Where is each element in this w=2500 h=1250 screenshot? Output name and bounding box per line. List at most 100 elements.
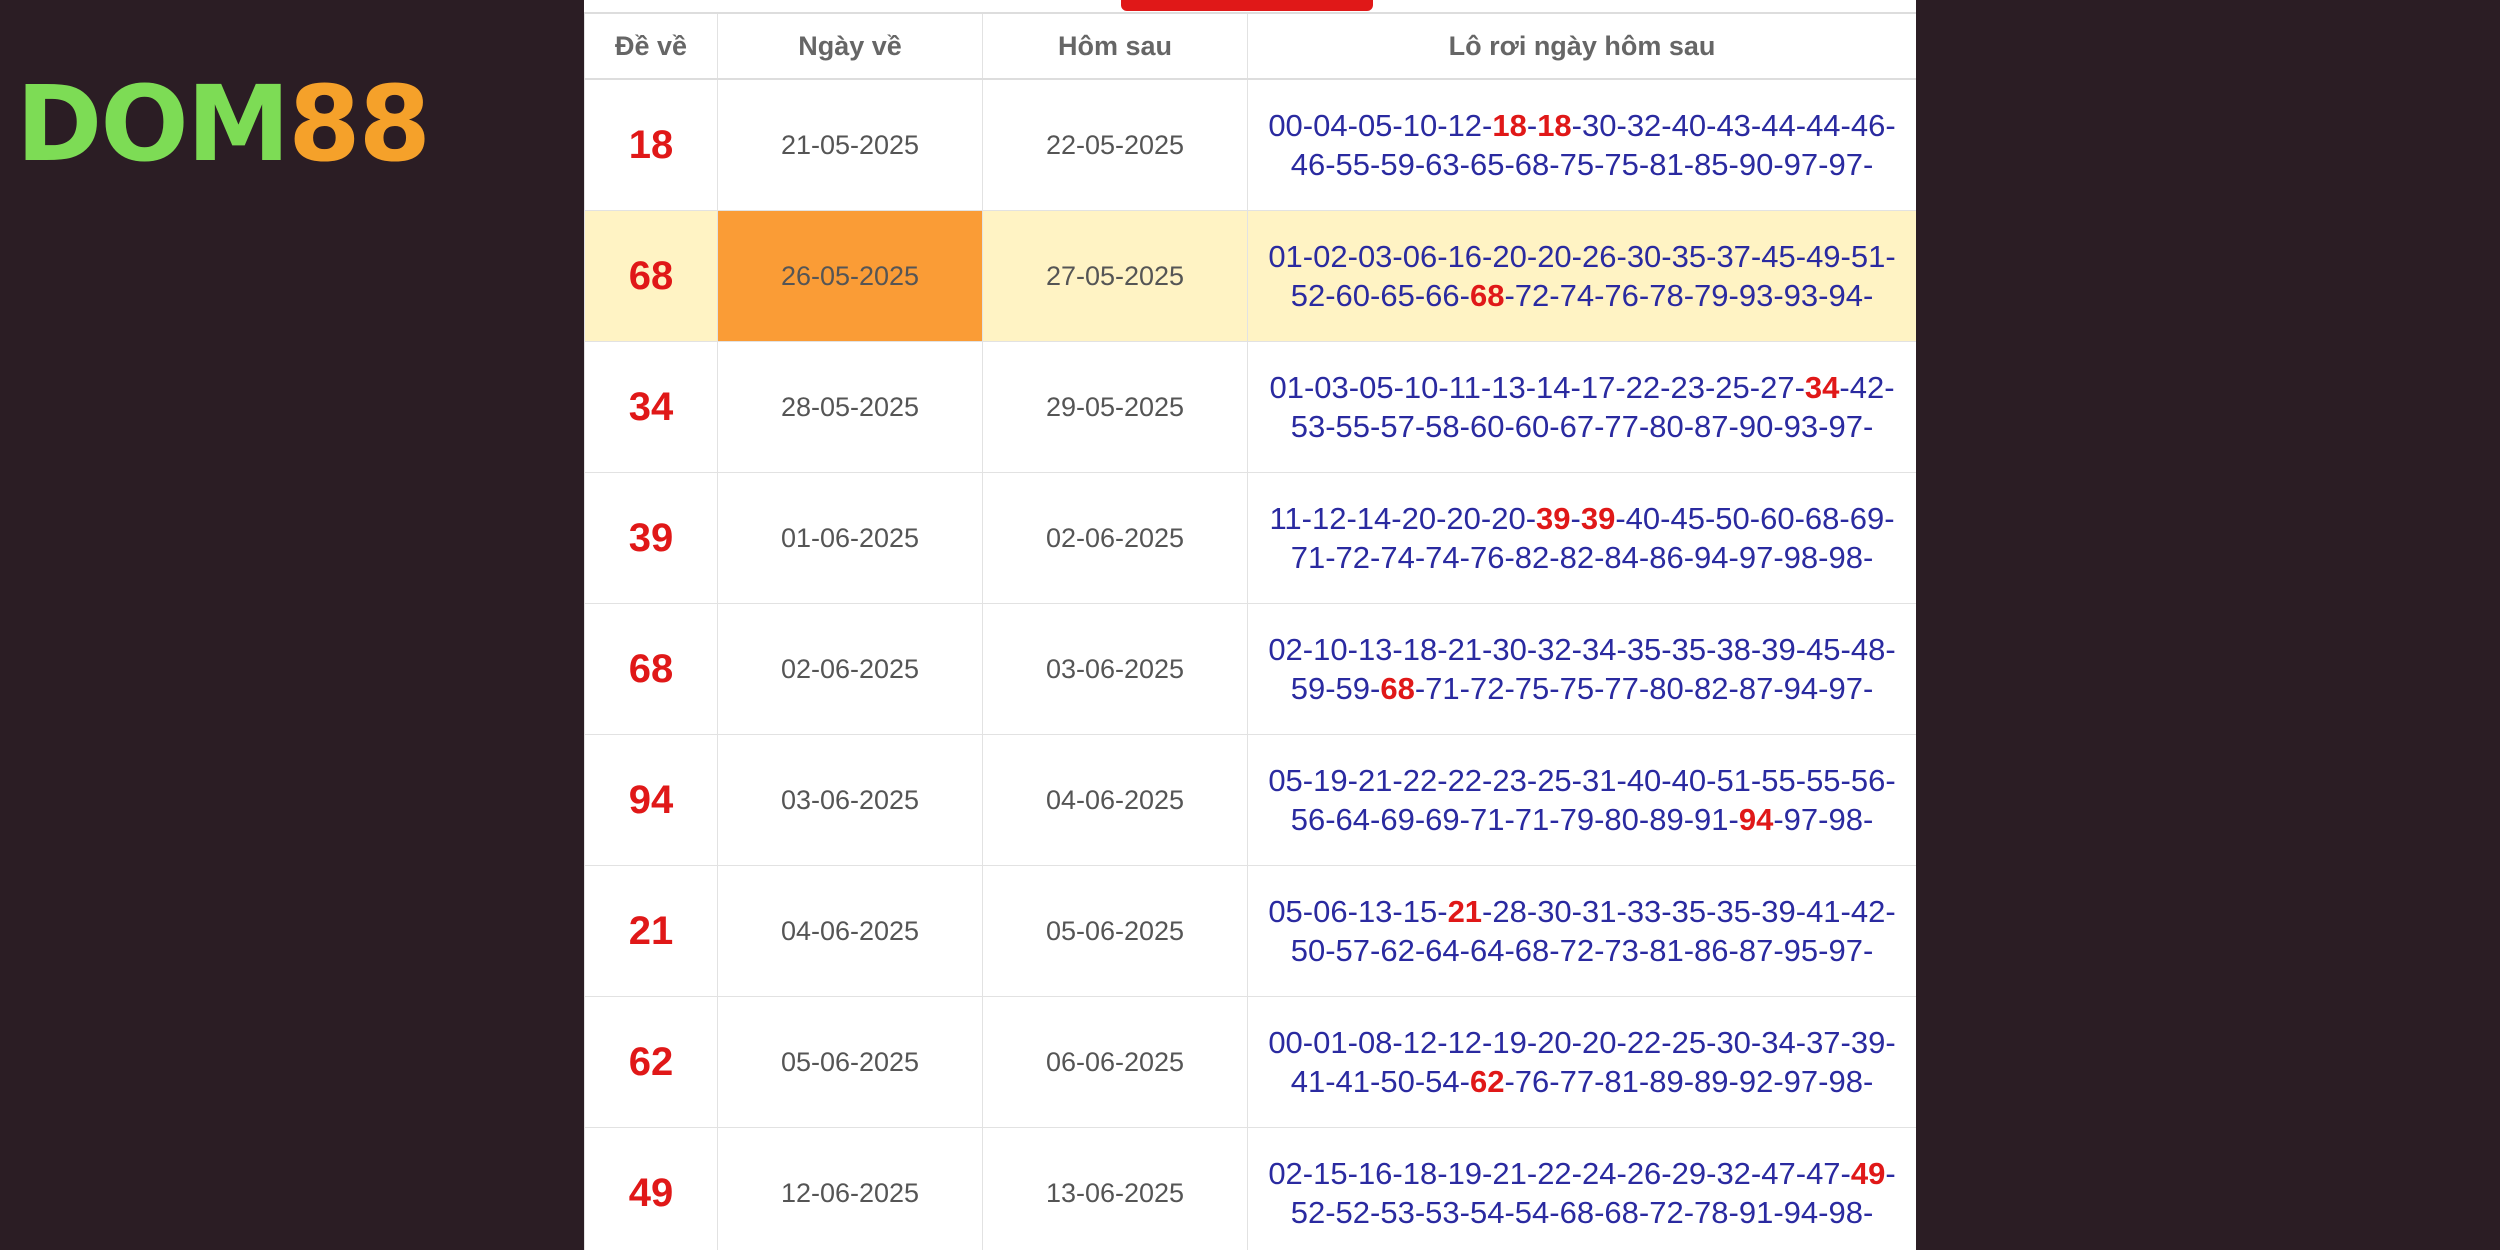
- lo-number: 60: [1760, 501, 1795, 536]
- lo-number: 25: [1715, 370, 1750, 405]
- lo-number: 56: [1290, 802, 1326, 837]
- de-ve-cell: 68: [584, 603, 718, 735]
- lo-number: 90: [1738, 409, 1774, 444]
- ngay-ve-cell: 02-06-2025: [717, 603, 983, 735]
- lo-number: 20: [1401, 501, 1437, 536]
- hom-sau-cell: 29-05-2025: [982, 341, 1248, 473]
- lo-number: 91: [1738, 1195, 1774, 1230]
- lo-number: 11: [1448, 370, 1481, 405]
- lo-number: 48: [1850, 632, 1886, 667]
- lo-number: 69: [1425, 802, 1460, 837]
- lo-roi-cell: 01-02-03-06-16-20-20-26-30-35-37-45-49-5…: [1247, 210, 1916, 342]
- lo-number: 86: [1694, 933, 1729, 968]
- lo-number: 60: [1469, 409, 1505, 444]
- lo-number: 11: [1269, 501, 1302, 536]
- lo-number: 52: [1290, 1195, 1326, 1230]
- lo-number: 75: [1514, 671, 1550, 706]
- lo-number: 05: [1357, 108, 1393, 143]
- lo-number: 67: [1559, 409, 1595, 444]
- lo-number: 76: [1514, 1064, 1550, 1099]
- lo-number: 45: [1670, 501, 1705, 536]
- lo-number: 02: [1313, 239, 1348, 274]
- lo-number: 04: [1313, 108, 1348, 143]
- lo-number: 80: [1604, 802, 1639, 837]
- lo-number: 75: [1604, 147, 1639, 182]
- lo-number: 20: [1446, 501, 1481, 536]
- lo-number: 57: [1380, 409, 1415, 444]
- lo-roi-cell: 05-19-21-22-22-23-25-31-40-40-51-55-55-5…: [1247, 734, 1916, 866]
- lo-number: 30: [1582, 108, 1617, 143]
- lo-number: 02: [1268, 632, 1303, 667]
- lo-number: 40: [1671, 108, 1707, 143]
- lo-number: 33: [1626, 894, 1662, 929]
- lo-number-hit: 34: [1804, 370, 1840, 405]
- ngay-ve-cell: 03-06-2025: [717, 734, 983, 866]
- lo-number: 31: [1582, 894, 1617, 929]
- lo-number: 85: [1694, 147, 1729, 182]
- results-panel: Đề về Ngày về Hôm sau Lô rơi ngày hôm sa…: [584, 0, 1916, 1250]
- lo-number: 37: [1716, 239, 1751, 274]
- lo-number: 23: [1670, 370, 1705, 405]
- lo-number: 47: [1806, 1156, 1841, 1191]
- lo-number: 98: [1828, 540, 1863, 575]
- lo-number: 81: [1649, 147, 1684, 182]
- lo-number: 37: [1806, 1025, 1841, 1060]
- lo-number: 12: [1447, 108, 1483, 143]
- lo-number: 86: [1649, 540, 1684, 575]
- lo-number: 55: [1335, 147, 1371, 182]
- de-ve-cell: 39: [584, 472, 718, 604]
- lo-number: 78: [1649, 278, 1684, 313]
- lo-number: 53: [1425, 1195, 1460, 1230]
- lo-number: 49: [1806, 239, 1841, 274]
- lo-number: 81: [1649, 933, 1684, 968]
- lo-number: 30: [1537, 894, 1572, 929]
- hom-sau-cell: 04-06-2025: [982, 734, 1248, 866]
- lo-number: 40: [1626, 763, 1662, 798]
- lo-number: 21: [1357, 763, 1393, 798]
- lo-number: 64: [1425, 933, 1460, 968]
- lo-number: 52: [1335, 1195, 1371, 1230]
- lo-roi-cell: 01-03-05-10-11-13-14-17-22-23-25-27-34-4…: [1247, 341, 1916, 473]
- lo-number: 59: [1335, 671, 1371, 706]
- lo-number: 95: [1783, 933, 1819, 968]
- lo-number: 20: [1537, 1025, 1572, 1060]
- lo-number: 28: [1492, 894, 1527, 929]
- lo-number: 59: [1380, 147, 1415, 182]
- lo-number: 71: [1514, 802, 1550, 837]
- lo-number: 40: [1625, 501, 1661, 536]
- lo-number: 19: [1313, 763, 1348, 798]
- lo-number: 10: [1402, 108, 1438, 143]
- lo-number: 35: [1626, 632, 1662, 667]
- lo-number: 68: [1604, 1195, 1639, 1230]
- lo-number: 87: [1738, 671, 1774, 706]
- lo-number: 90: [1738, 147, 1774, 182]
- lo-number: 01: [1268, 239, 1303, 274]
- lo-number: 05: [1268, 894, 1303, 929]
- lo-number: 51: [1850, 239, 1886, 274]
- lo-number-hit: 49: [1850, 1156, 1886, 1191]
- lo-number: 35: [1716, 894, 1751, 929]
- header-ngay-ve: Ngày về: [717, 12, 983, 80]
- lo-number: 65: [1380, 278, 1415, 313]
- lo-number-hit: 68: [1380, 671, 1415, 706]
- lo-number: 50: [1715, 501, 1750, 536]
- table-header-row: Đề về Ngày về Hôm sau Lô rơi ngày hôm sa…: [584, 12, 1916, 80]
- lo-number: 24: [1582, 1156, 1617, 1191]
- lo-number: 53: [1380, 1195, 1415, 1230]
- lo-number: 13: [1357, 632, 1393, 667]
- lo-number: 74: [1380, 540, 1415, 575]
- lo-number: 97: [1828, 147, 1863, 182]
- lo-number: 44: [1761, 108, 1796, 143]
- lo-number: 77: [1604, 409, 1639, 444]
- lo-number: 23: [1492, 763, 1527, 798]
- table-row: 39 01-06-2025 02-06-2025 11-12-14-20-20-…: [584, 472, 1916, 604]
- lo-roi-cell: 02-10-13-18-21-30-32-34-35-35-38-39-45-4…: [1247, 603, 1916, 735]
- lo-number: 60: [1514, 409, 1550, 444]
- active-tab-indicator[interactable]: [1121, 0, 1373, 11]
- lo-number: 74: [1425, 540, 1460, 575]
- lo-number: 32: [1626, 108, 1662, 143]
- lo-number: 77: [1604, 671, 1639, 706]
- lo-number: 75: [1559, 671, 1595, 706]
- lo-number: 46: [1850, 108, 1886, 143]
- lo-number: 92: [1738, 1064, 1774, 1099]
